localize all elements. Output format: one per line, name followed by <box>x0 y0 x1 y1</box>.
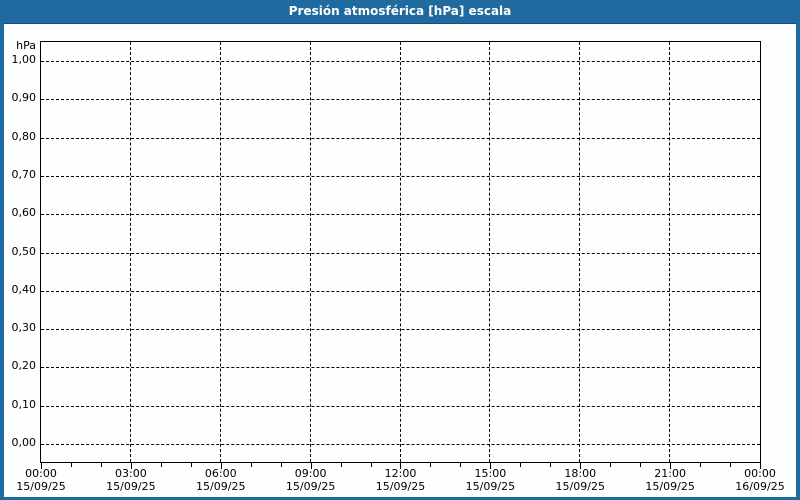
gridline-vertical <box>489 42 491 462</box>
gridline-vertical <box>669 42 671 462</box>
x-axis-label: 15:00 15/09/25 <box>445 467 535 493</box>
gridline-horizontal <box>41 329 760 331</box>
x-axis-time-label: 15:00 <box>474 467 507 480</box>
gridline-horizontal <box>41 61 760 62</box>
x-axis-time-label: 00:00 <box>744 467 776 480</box>
x-axis-label: 09:00 15/09/25 <box>266 467 356 493</box>
gridline-vertical <box>399 42 401 462</box>
y-axis-tick-label: 0,10 <box>11 397 37 411</box>
gridline-horizontal <box>41 367 760 369</box>
x-axis-label: 03:00 15/09/25 <box>86 467 176 493</box>
x-axis-time-label: 18:00 <box>564 467 597 480</box>
gridline-horizontal <box>41 175 760 177</box>
window-title-bar: Presión atmosférica [hPa] escala <box>4 0 796 24</box>
x-axis-time-label: 12:00 <box>384 467 417 480</box>
y-axis-tick-label: 0,30 <box>11 321 37 335</box>
gridline-horizontal <box>41 252 760 254</box>
x-axis-time-label: 06:00 <box>204 467 237 480</box>
x-axis-time-label: 21:00 <box>654 467 686 480</box>
x-axis-date-label: 15/09/25 <box>555 480 605 493</box>
x-axis-date-label: 15/09/25 <box>285 480 336 493</box>
y-axis-tick-label: 0,80 <box>11 129 37 143</box>
gridline-vertical <box>579 42 581 462</box>
x-axis-time-label: 03:00 <box>115 467 147 480</box>
x-axis-date-label: 15/09/25 <box>106 480 156 493</box>
x-axis-date-label: 15/09/25 <box>16 480 66 493</box>
y-axis-tick-label: 0,40 <box>11 282 37 296</box>
x-axis-date-label: 15/09/25 <box>645 480 695 493</box>
x-axis-label: 00:00 15/09/25 <box>4 467 86 493</box>
x-axis-label: 12:00 15/09/25 <box>356 467 446 493</box>
y-axis-tick-label: 0,00 <box>11 436 37 449</box>
gridline-horizontal <box>41 137 760 139</box>
x-axis-label: 00:00 16/09/25 <box>715 467 796 493</box>
y-axis-tick-label: 0,90 <box>11 91 37 105</box>
y-axis-tick-label: 0,50 <box>11 244 37 258</box>
gridline-horizontal <box>41 405 760 407</box>
y-axis-tick-label: 0,20 <box>11 359 37 373</box>
x-axis-date-label: 15/09/25 <box>375 480 426 493</box>
gridline-horizontal <box>41 214 760 216</box>
chart-window: Presión atmosférica [hPa] escala hPa 1,0… <box>0 0 800 500</box>
gridline-vertical <box>129 42 131 462</box>
x-axis-date-label: 16/09/25 <box>735 480 785 493</box>
gridline-horizontal <box>41 290 760 292</box>
window-title: Presión atmosférica [hPa] escala <box>288 4 512 18</box>
x-axis-label: 21:00 15/09/25 <box>625 467 715 493</box>
plot-area <box>40 41 761 463</box>
x-axis-date-label: 15/09/25 <box>196 480 246 493</box>
x-axis-time-label: 09:00 <box>294 467 327 480</box>
x-axis-time-label: 00:00 <box>25 467 57 480</box>
y-axis-tick-label: 1,00 <box>11 53 37 66</box>
x-axis-label: 18:00 15/09/25 <box>535 467 625 493</box>
gridline-horizontal <box>41 444 760 445</box>
y-axis-tick-label: 0,60 <box>11 206 37 220</box>
y-axis-tick-label: 0,70 <box>11 167 37 181</box>
x-axis-label: 06:00 15/09/25 <box>176 467 266 493</box>
y-axis-unit-label: hPa <box>16 39 36 52</box>
gridline-horizontal <box>41 99 760 101</box>
gridline-vertical <box>309 42 311 462</box>
gridline-vertical <box>219 42 221 462</box>
x-axis-date-label: 15/09/25 <box>465 480 516 493</box>
